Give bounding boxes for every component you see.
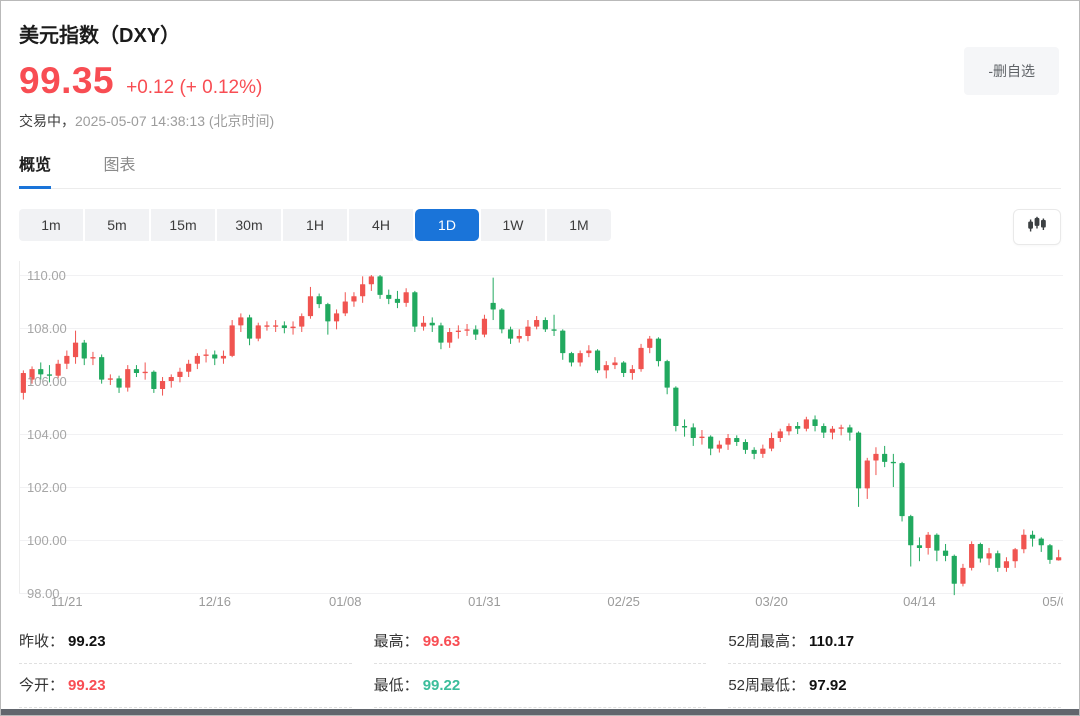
x-axis-label: 02/25 xyxy=(607,594,640,609)
stat-label: 昨收： xyxy=(19,633,64,650)
period-button-30m[interactable]: 30m xyxy=(217,209,281,241)
y-axis-label: 102.00 xyxy=(27,480,67,495)
stat-row: 昨收：99.23 xyxy=(19,620,352,664)
x-axis-label: 03/20 xyxy=(755,594,788,609)
stat-label: 最高： xyxy=(374,633,419,650)
quote-page: 美元指数（DXY） -删自选 99.35 +0.12 (+ 0.12%) 交易中… xyxy=(0,0,1080,716)
tab-chart[interactable]: 图表 xyxy=(103,151,135,186)
y-axis-label: 100.00 xyxy=(27,533,67,548)
last-price: 99.35 xyxy=(19,60,114,102)
stat-value: 110.17 xyxy=(809,633,854,650)
stat-row: 今开：99.23 xyxy=(19,664,352,708)
candlestick-icon xyxy=(1027,215,1047,240)
stat-row: 最低：99.22 xyxy=(374,664,707,708)
stat-column: 最高：99.63最低：99.22 xyxy=(374,620,707,708)
period-button-1d[interactable]: 1D xyxy=(415,209,479,241)
stat-column: 昨收：99.23今开：99.23 xyxy=(19,620,352,708)
stat-column: 52周最高：110.1752周最低：97.92 xyxy=(728,620,1061,708)
remove-watchlist-button[interactable]: -删自选 xyxy=(964,47,1059,95)
price-row: 99.35 +0.12 (+ 0.12%) xyxy=(19,60,1061,102)
period-button-5m[interactable]: 5m xyxy=(85,209,149,241)
y-axis-label: 108.00 xyxy=(27,321,67,336)
period-button-15m[interactable]: 15m xyxy=(151,209,215,241)
x-axis-label: 12/16 xyxy=(198,594,231,609)
stat-row: 52周最高：110.17 xyxy=(728,620,1061,664)
tab-overview[interactable]: 概览 xyxy=(19,151,51,189)
chart-toolbar: 1m5m15m30m1H4H1D1W1M xyxy=(19,209,1061,243)
market-status: 交易中，2025-05-07 14:38:13 (北京时间) xyxy=(19,111,1061,131)
stat-label: 52周最高： xyxy=(728,633,805,650)
stat-row: 52周最低：97.92 xyxy=(728,664,1061,708)
chart-type-button[interactable] xyxy=(1013,209,1061,245)
stats-panel: 昨收：99.23今开：99.23最高：99.63最低：99.2252周最高：11… xyxy=(19,620,1061,708)
stat-value: 99.23 xyxy=(68,633,106,650)
stat-row: 最高：99.63 xyxy=(374,620,707,664)
y-axis-label: 110.00 xyxy=(27,268,66,283)
stat-value: 99.23 xyxy=(68,677,106,694)
period-selector: 1m5m15m30m1H4H1D1W1M xyxy=(19,209,611,241)
stat-value: 99.22 xyxy=(423,677,461,694)
stat-value: 99.63 xyxy=(423,633,461,650)
x-axis-label: 01/31 xyxy=(468,594,501,609)
x-axis-label: 11/21 xyxy=(51,594,83,609)
candlestick-chart[interactable]: 110.00108.00106.00104.00102.00100.0098.0… xyxy=(19,253,1061,613)
x-axis-label: 05/07 xyxy=(1042,594,1063,609)
period-button-1w[interactable]: 1W xyxy=(481,209,545,241)
price-change: +0.12 (+ 0.12%) xyxy=(126,77,262,99)
page-title: 美元指数（DXY） xyxy=(19,19,1061,48)
trading-status-label: 交易中， xyxy=(19,113,75,129)
period-button-1m[interactable]: 1M xyxy=(547,209,611,241)
stat-value: 97.92 xyxy=(809,677,847,694)
period-button-1m[interactable]: 1m xyxy=(19,209,83,241)
period-button-4h[interactable]: 4H xyxy=(349,209,413,241)
x-axis-label: 04/14 xyxy=(903,594,936,609)
x-axis-label: 01/08 xyxy=(329,594,362,609)
quote-timestamp: 2025-05-07 14:38:13 (北京时间) xyxy=(75,113,274,129)
bottom-scrollbar[interactable] xyxy=(1,709,1079,715)
stat-label: 今开： xyxy=(19,677,64,694)
view-tabs: 概览 图表 xyxy=(19,151,1061,189)
period-button-1h[interactable]: 1H xyxy=(283,209,347,241)
stat-label: 最低： xyxy=(374,677,419,694)
stat-label: 52周最低： xyxy=(728,677,805,694)
y-axis-label: 106.00 xyxy=(27,374,67,389)
y-axis-label: 104.00 xyxy=(27,427,67,442)
